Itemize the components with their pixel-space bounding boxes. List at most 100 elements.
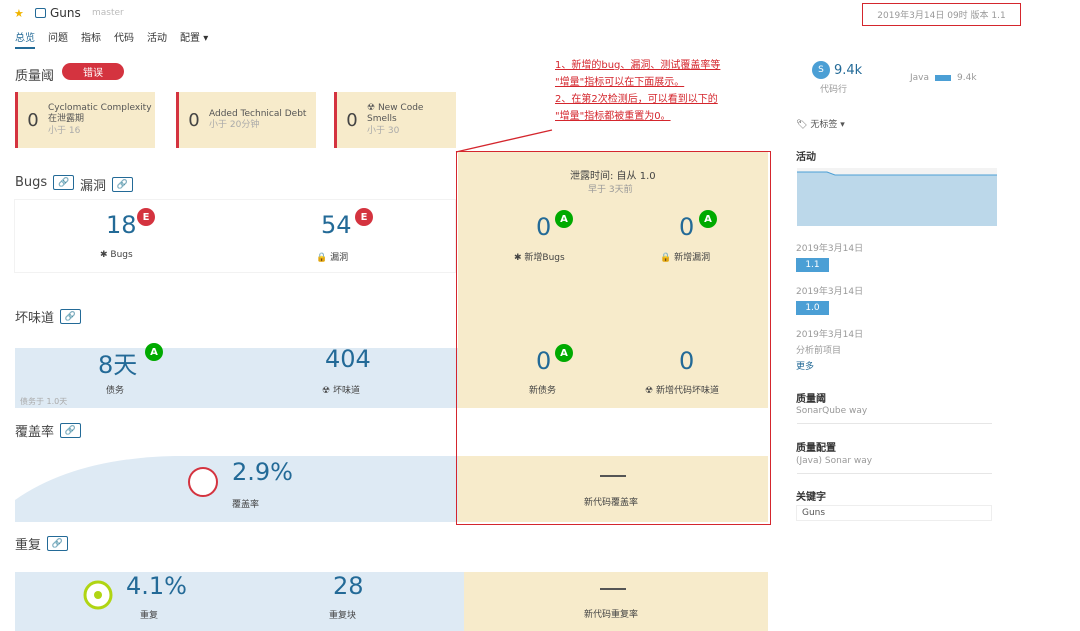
vulnerabilities-title: 漏洞 — [80, 179, 107, 194]
vulnerabilities-rating[interactable]: E — [355, 208, 373, 226]
leak-period-smells-bg — [458, 346, 768, 408]
bug-icon: ✱ — [514, 253, 522, 263]
link-icon[interactable]: 🔗 — [112, 177, 134, 192]
tab-overview[interactable]: 总览 — [15, 29, 35, 49]
new-code-smells-label-text: 新增代码坏味道 — [655, 386, 719, 396]
coverage-donut — [188, 467, 218, 497]
coverage-label: 覆盖率 — [232, 500, 260, 510]
bugs-section-title: Bugs 🔗 — [15, 175, 75, 190]
link-icon[interactable]: 🔗 — [47, 536, 69, 551]
quality-gate-label: 质量阈 — [796, 394, 826, 405]
project-icon — [35, 8, 46, 18]
debt-label: 债务 — [106, 386, 125, 396]
bugs-label: ✱ Bugs — [100, 250, 133, 260]
tab-administration[interactable]: 配置 ▾ — [180, 29, 208, 49]
tab-code[interactable]: 代码 — [114, 29, 134, 49]
debt-value[interactable]: 8天 — [98, 345, 137, 380]
lock-icon: 🔒 — [316, 253, 328, 263]
duplications-panel-top — [15, 560, 464, 572]
language-name: Java — [910, 73, 930, 83]
new-vulnerabilities-value[interactable]: 0 — [679, 213, 694, 241]
coverage-title: 覆盖率 — [15, 425, 55, 440]
leak-period-coverage-bg — [458, 456, 768, 522]
event-version-tag: 1.0 — [796, 300, 829, 315]
code-smells-value[interactable]: 404 — [325, 345, 371, 373]
project-name[interactable]: Guns — [35, 6, 81, 20]
qg-condition-threshold: 小于 20分钟 — [209, 120, 260, 130]
version-tag-label: 1.0 — [796, 301, 829, 315]
bugs-value[interactable]: 18 — [106, 211, 137, 239]
activity-title: 活动 — [796, 152, 816, 163]
branch-name[interactable]: master — [92, 8, 124, 18]
vulnerabilities-section-title: 漏洞 🔗 — [80, 175, 134, 194]
annotation-line: "增量"指标都被重置为0。 — [555, 111, 671, 122]
debt-note: 债务于 1.0天 — [20, 397, 68, 406]
vulnerabilities-label: 🔒 漏洞 — [316, 250, 348, 263]
project-key-field[interactable]: Guns — [796, 505, 992, 521]
bugs-rating[interactable]: E — [137, 208, 155, 226]
duplications-value[interactable]: 4.1% — [126, 572, 187, 600]
tab-activity[interactable]: 活动 — [147, 29, 167, 49]
quality-gate-name[interactable]: SonarQube way — [796, 406, 867, 416]
tags-label: 无标签 — [810, 120, 838, 130]
qg-condition-value: 0 — [188, 109, 200, 131]
activity-more-link[interactable]: 更多 — [796, 359, 814, 372]
qg-condition-tech-debt[interactable]: 0 Added Technical Debt 小于 20分钟 — [176, 92, 316, 148]
duplicated-blocks-value[interactable]: 28 — [333, 572, 364, 600]
tab-measures[interactable]: 指标 — [81, 29, 101, 49]
lines-of-code-label: 代码行 — [820, 85, 848, 95]
new-duplications-value — [600, 588, 626, 590]
language-distribution: Java 9.4k — [910, 73, 977, 83]
lock-icon: 🔒 — [660, 253, 672, 263]
annotation-note: 1、新增的bug、漏洞、测试覆盖率等 "增量"指标可以在下面展示。 2、在第2次… — [555, 57, 765, 125]
new-vulnerabilities-label: 🔒 新增漏洞 — [660, 250, 710, 263]
new-code-smells-value[interactable]: 0 — [679, 347, 694, 375]
leak-period-dup-bg — [464, 572, 768, 631]
lines-of-code-value[interactable]: 9.4k — [834, 63, 862, 78]
quality-gate-title: 质量阈 — [15, 69, 55, 84]
tab-issues[interactable]: 问题 — [48, 29, 68, 49]
qg-condition-value: 0 — [27, 109, 39, 131]
project-title: Guns — [50, 6, 81, 20]
analysis-date-version: 2019年3月14日 09时 版本 1.1 — [862, 3, 1021, 26]
annotation-line: 1、新增的bug、漏洞、测试覆盖率等 — [555, 60, 721, 71]
activity-chart — [797, 168, 997, 226]
coverage-value[interactable]: 2.9% — [232, 458, 293, 486]
new-duplications-label: 新代码重复率 — [584, 610, 639, 620]
qg-condition-name2: 在泄露期 — [48, 114, 85, 125]
sidebar-divider — [797, 423, 992, 424]
leak-period-title: 泄露时间: 自从 1.0 — [570, 171, 656, 182]
new-coverage-value — [600, 475, 626, 477]
new-bugs-label: ✱ 新增Bugs — [514, 250, 565, 263]
new-coverage-label: 新代码覆盖率 — [584, 498, 639, 508]
qg-condition-name: Cyclomatic Complexity — [48, 103, 152, 114]
favorite-star-icon[interactable]: ★ — [14, 7, 24, 20]
quality-profile-name[interactable]: (Java) Sonar way — [796, 456, 872, 466]
coverage-donut-ring — [188, 467, 218, 497]
new-code-smells-label: ☢ 新增代码坏味道 — [645, 383, 719, 396]
qg-condition-code-smells[interactable]: 0 ☢ New Code Smells 小于 30 — [334, 92, 456, 148]
debt-rating[interactable]: A — [145, 343, 163, 361]
link-icon[interactable]: 🔗 — [60, 423, 82, 438]
code-smell-icon: ☢ — [322, 386, 331, 396]
language-loc: 9.4k — [957, 73, 977, 83]
new-debt-rating[interactable]: A — [555, 344, 573, 362]
new-vulnerabilities-rating[interactable]: A — [699, 210, 717, 228]
event-description: 分析前项目 — [796, 346, 842, 356]
new-debt-value[interactable]: 0 — [536, 347, 551, 375]
annotation-line: 2、在第2次检测后，可以看到以下的 — [555, 94, 718, 105]
link-icon[interactable]: 🔗 — [60, 309, 82, 324]
event-date: 2019年3月14日 — [796, 287, 864, 297]
bug-icon: ✱ — [100, 250, 108, 260]
new-bugs-value[interactable]: 0 — [536, 213, 551, 241]
bugs-title: Bugs — [15, 175, 48, 190]
project-nav: 总览 问题 指标 代码 活动 配置 ▾ — [15, 29, 208, 49]
new-bugs-rating[interactable]: A — [555, 210, 573, 228]
tag-icon: 🏷 — [796, 120, 808, 130]
code-smells-label: ☢ 坏味道 — [322, 383, 360, 396]
qg-condition-complexity[interactable]: 0 Cyclomatic Complexity 在泄露期 小于 16 — [15, 92, 155, 148]
vulnerabilities-value[interactable]: 54 — [321, 211, 352, 239]
tags-selector[interactable]: 🏷 无标签 ▾ — [796, 117, 845, 130]
link-icon[interactable]: 🔗 — [53, 175, 75, 190]
code-smells-label-text: 坏味道 — [332, 386, 360, 396]
